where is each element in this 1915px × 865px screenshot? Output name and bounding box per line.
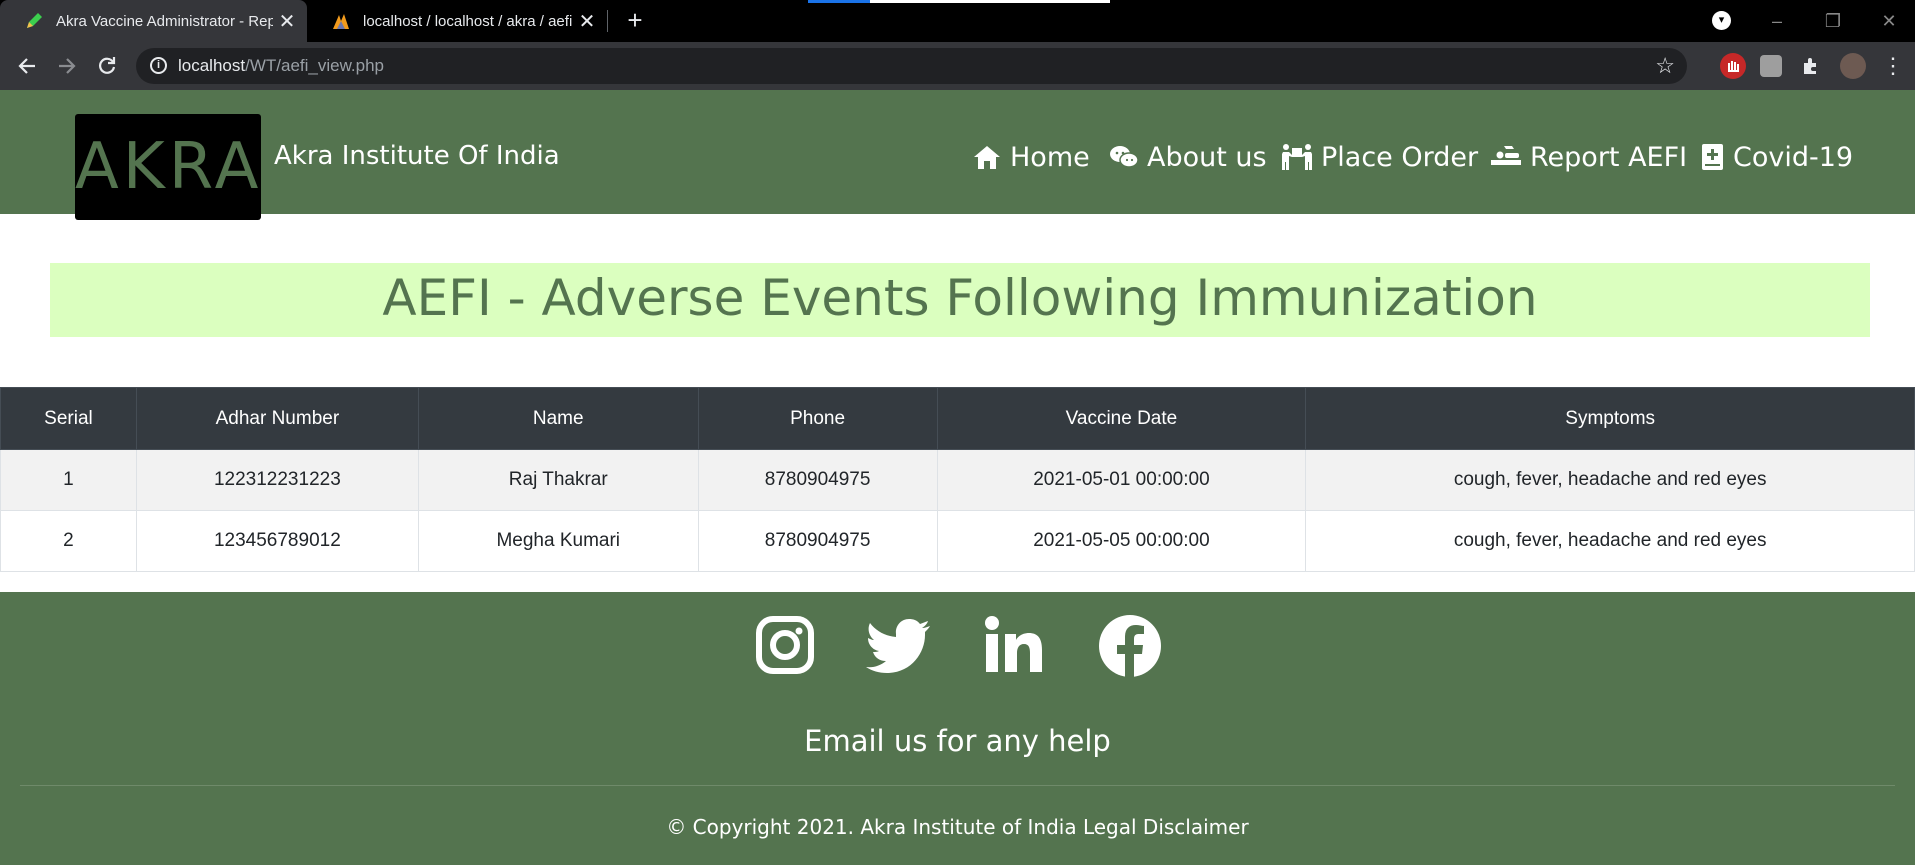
table-header-row: Serial Adhar Number Name Phone Vaccine D… [0,387,1915,450]
pencil-favicon-icon [27,13,42,28]
nav-label: Report AEFI [1530,141,1688,173]
bookmark-star-icon[interactable]: ☆ [1655,53,1675,79]
restore-button[interactable]: ❐ [1810,6,1856,36]
medical-book-icon [1702,144,1723,170]
nav-label: Covid-19 [1733,141,1854,173]
logo-text: AKRA [75,130,263,204]
table-cell: 123456789012 [135,510,419,572]
menu-kebab-icon[interactable]: ⋮ [1880,53,1906,79]
table-cell: 2 [0,510,137,572]
email-help-link[interactable]: Email us for any help [0,724,1915,758]
tab-close-icon[interactable]: ✕ [573,9,601,34]
home-icon [974,146,1000,169]
site-footer: Email us for any help © Copyright 2021. … [0,592,1915,865]
tab-close-icon[interactable]: ✕ [273,9,301,34]
table-cell: cough, fever, headache and red eyes [1305,449,1915,511]
table-row: 2 123456789012 Megha Kumari 8780904975 2… [0,510,1915,572]
footer-divider [20,785,1895,786]
browser-tab-inactive[interactable]: localhost / localhost / akra / aefi ✕ [307,0,607,42]
tab-strip-accent-blue [808,0,870,3]
browser-tab-active[interactable]: Akra Vaccine Administrator - Rep ✕ [0,0,307,42]
reload-icon [99,57,116,74]
column-header: Symptoms [1305,387,1915,450]
url-host: localhost [178,56,246,75]
nav-home[interactable]: Home [972,140,1090,174]
profile-avatar[interactable] [1840,53,1866,79]
twitter-icon[interactable] [866,614,930,676]
nav-label: Place Order [1321,141,1479,173]
nav-report-aefi[interactable]: Report AEFI [1490,140,1687,174]
url-path: /WT/aefi_view.php [245,56,385,75]
table-cell: 1 [0,449,137,511]
extension-k-icon[interactable] [1760,55,1782,77]
table-cell: 8780904975 [697,510,938,572]
back-arrow-icon [18,58,35,74]
site-name[interactable]: Akra Institute Of India [274,141,560,171]
instagram-icon[interactable] [754,614,816,676]
url-text[interactable]: localhost/WT/aefi_view.php [178,56,384,76]
phpmyadmin-favicon-icon [333,14,349,29]
aefi-table: Serial Adhar Number Name Phone Vaccine D… [0,387,1915,572]
facebook-icon[interactable] [1098,614,1161,678]
table-cell: 122312231223 [135,449,419,511]
procedures-icon [1491,146,1521,165]
new-tab-button[interactable]: + [620,6,650,36]
table-cell: cough, fever, headache and red eyes [1305,510,1915,572]
back-button[interactable] [12,51,42,81]
chat-icon [1110,146,1139,168]
nav-place-order[interactable]: Place Order [1281,140,1478,174]
nav-covid-19[interactable]: Covid-19 [1701,140,1853,174]
table-cell: Megha Kumari [417,510,699,572]
tab-title: localhost / localhost / akra / aefi [363,12,573,30]
forward-arrow-icon [59,58,76,74]
table-row: 1 122312231223 Raj Thakrar 8780904975 20… [0,449,1915,511]
reload-button[interactable] [92,51,122,81]
column-header: Serial [0,387,137,450]
address-bar[interactable]: i localhost/WT/aefi_view.php ☆ [136,48,1687,84]
page-title: AEFI - Adverse Events Following Immuniza… [382,269,1538,327]
page-banner: AEFI - Adverse Events Following Immuniza… [50,263,1870,337]
nav-about-us[interactable]: About us [1109,140,1267,174]
logo[interactable]: AKRA [75,114,261,220]
nav-label: About us [1147,141,1267,173]
extensions-puzzle-icon[interactable] [1798,53,1824,79]
people-carry-icon [1282,144,1312,170]
minimize-button[interactable]: – [1754,6,1800,36]
nav-label: Home [1010,141,1090,173]
browser-toolbar: i localhost/WT/aefi_view.php ☆ ⋮ [0,42,1915,90]
table-cell: 8780904975 [697,449,938,511]
tab-separator [607,10,608,32]
linkedin-icon[interactable] [983,614,1045,676]
tab-search-icon[interactable]: ▾ [1712,11,1731,30]
copyright-text: © Copyright 2021. Akra Institute of Indi… [666,815,1249,839]
extension-adblock-icon[interactable] [1720,53,1746,79]
close-window-button[interactable]: ✕ [1866,6,1912,36]
table-cell: 2021-05-01 00:00:00 [936,449,1307,511]
browser-tab-strip: Akra Vaccine Administrator - Rep ✕ local… [0,0,1915,42]
column-header: Name [417,387,699,450]
column-header: Vaccine Date [936,387,1307,450]
table-cell: Raj Thakrar [417,449,699,511]
tab-title: Akra Vaccine Administrator - Rep [56,12,273,30]
column-header: Phone [697,387,938,450]
site-info-icon[interactable]: i [150,57,167,74]
table-cell: 2021-05-05 00:00:00 [936,510,1307,572]
column-header: Adhar Number [135,387,419,450]
forward-button[interactable] [52,51,82,81]
site-header: AKRA Akra Institute Of India Home About … [0,90,1915,220]
